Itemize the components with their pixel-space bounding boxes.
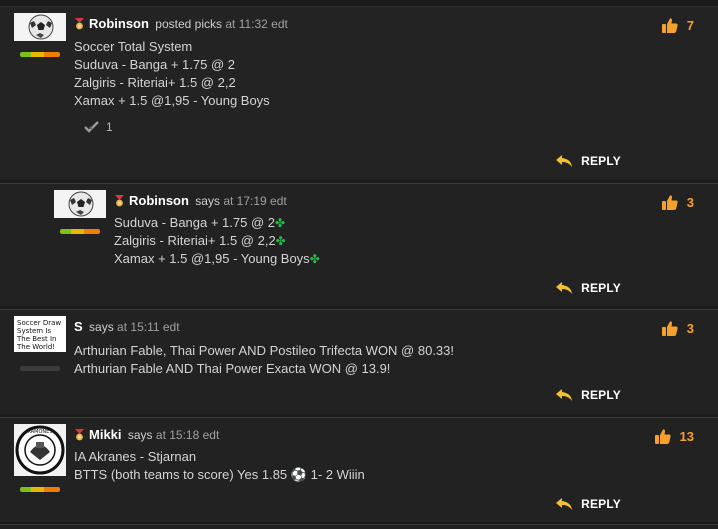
comment-body: Suduva - Banga + 1.75 @ 2✤ Zalgiris - Ri… [114,214,320,268]
comment-line: Suduva - Banga + 1.75 @ 2 [74,57,236,72]
comment-line: Arthurian Fable, Thai Power AND Postileo… [74,343,455,358]
comment-post: Robinson says at 17:19 edt Suduva - Bang… [0,183,718,306]
comment-line: IA Akranes - Stjarnan [74,449,197,464]
thumbs-up-icon [661,321,678,336]
reply-button[interactable]: REPLY [556,497,621,511]
line-text: Zalgiris - Riteriai+ 1.5 @ 2,2 [114,233,276,248]
comment-header: Mikki says at 15:18 edt [74,427,219,442]
time-prefix: at [117,320,128,334]
action-verb: says [127,428,153,442]
four-leaf-clover-icon: ✤ [275,216,286,230]
timestamp: 15:11 edt [130,320,180,334]
comment-line: Soccer Total System [74,39,193,54]
user-rating-bar [20,52,60,57]
comment-post: Soccer Draw System Is The Best In The Wo… [0,309,718,414]
username[interactable]: S [74,319,83,334]
reply-label: REPLY [581,154,621,168]
like-counter[interactable]: 7 [661,17,694,34]
avatar[interactable]: RAMONES [14,424,66,476]
comment-body: Arthurian Fable, Thai Power AND Postileo… [74,342,454,378]
like-count: 13 [679,429,694,444]
avatar[interactable] [54,190,106,218]
avatar[interactable]: Soccer Draw System Is The Best In The Wo… [14,316,66,352]
user-rating-bar [60,229,100,234]
svg-text:RAMONES: RAMONES [27,429,52,435]
comment-line: Xamax + 1.5 @1,95 - Young Boys [74,93,270,108]
comment-header: Robinson posted picks at 11:32 edt [74,16,288,31]
comment-line: Suduva - Banga + 1.75 @ 2✤ [114,214,320,232]
username[interactable]: Robinson [89,16,149,31]
line-text: 1- 2 Wiiin [310,467,365,482]
comment-line: BTTS (both teams to score) Yes 1.85 ⚽ 1-… [74,466,365,484]
reply-arrow-icon [556,281,573,294]
reply-label: REPLY [581,497,621,511]
like-count: 3 [686,321,694,336]
like-counter[interactable]: 13 [654,428,694,445]
approval-count[interactable]: 1 [84,120,113,134]
medal-icon [115,195,124,207]
reply-button[interactable]: REPLY [556,388,621,402]
comment-body: IA Akranes - Stjarnan BTTS (both teams t… [74,448,365,484]
user-rating-bar [20,487,60,492]
reply-label: REPLY [581,281,621,295]
checkmark-icon [84,121,99,133]
time-prefix: at [223,194,234,208]
comment-post: RAMONES Mikki says at 15:18 edt IA Akran… [0,417,718,522]
thumbs-up-icon [654,429,671,444]
avatar[interactable] [14,13,66,41]
comment-header: S says at 15:11 edt [74,319,180,334]
time-prefix: at [155,428,166,442]
like-count: 3 [686,195,694,210]
comment-line: Xamax + 1.5 @1,95 - Young Boys✤ [114,250,320,268]
time-prefix: at [225,17,236,31]
four-leaf-clover-icon: ✤ [309,252,320,266]
like-count: 7 [686,18,694,33]
reply-button[interactable]: REPLY [556,281,621,295]
four-leaf-clover-icon: ✤ [275,234,286,248]
comment-line: Arthurian Fable AND Thai Power Exacta WO… [74,361,391,376]
comment-line: Zalgiris - Riteriai+ 1.5 @ 2,2✤ [114,232,320,250]
reply-arrow-icon [556,154,573,167]
comment-line: Zalgiris - Riteriai+ 1.5 @ 2,2 [74,75,236,90]
approval-number: 1 [106,120,113,134]
line-text: BTTS (both teams to score) Yes 1.85 [74,467,288,482]
thumbs-up-icon [661,195,678,210]
timestamp: 15:18 edt [169,428,220,442]
action-verb: says [89,320,114,334]
user-rating-bar [20,366,60,371]
username[interactable]: Mikki [89,427,122,442]
line-text: Suduva - Banga + 1.75 @ 2 [114,215,276,230]
medal-icon [75,429,84,441]
comment-header: Robinson says at 17:19 edt [114,193,287,208]
comment-post: Robinson posted picks at 11:32 edt Socce… [0,6,718,179]
timestamp: 17:19 edt [236,194,287,208]
like-counter[interactable]: 3 [661,194,694,211]
action-verb: posted picks [155,17,222,31]
line-text: Xamax + 1.5 @1,95 - Young Boys [114,251,310,266]
timestamp: 11:32 edt [238,17,288,31]
soccer-ball-icon: ⚽ [290,467,307,482]
like-counter[interactable]: 3 [661,320,694,337]
comment-body: Soccer Total System Suduva - Banga + 1.7… [74,38,270,110]
reply-arrow-icon [556,497,573,510]
action-verb: says [195,194,220,208]
comment-post [0,524,718,529]
reply-arrow-icon [556,388,573,401]
comment-feed: Robinson posted picks at 11:32 edt Socce… [0,0,718,529]
username[interactable]: Robinson [129,193,189,208]
reply-button[interactable]: REPLY [556,154,621,168]
thumbs-up-icon [661,18,678,33]
reply-label: REPLY [581,388,621,402]
avatar-text: Soccer Draw System Is The Best In The Wo… [17,319,62,351]
medal-icon [75,18,84,30]
